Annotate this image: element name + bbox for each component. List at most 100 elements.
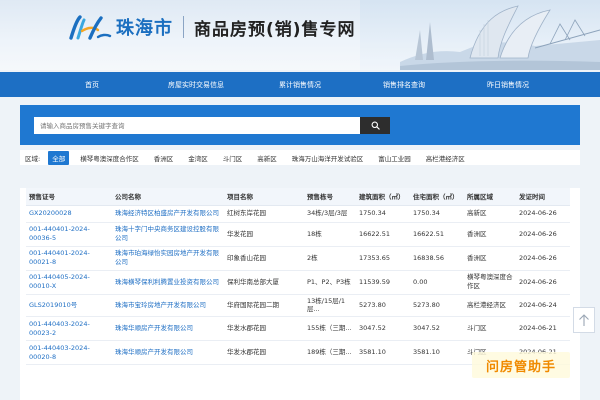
- district-chip-gaolangang[interactable]: 高栏港经济区: [422, 151, 469, 165]
- cert-link[interactable]: 001-440401-2024-00036-5: [26, 222, 112, 247]
- district-chip-all[interactable]: 全部: [48, 150, 70, 165]
- buildings-cell: 2栋: [304, 246, 356, 271]
- project-cell: 红树东岸花园: [224, 205, 304, 223]
- buildings-cell: P1、P2、P3栋: [304, 270, 356, 295]
- scroll-top-button[interactable]: [573, 307, 595, 333]
- nav-item-yesterday-sales[interactable]: 昨日销售情况: [456, 80, 560, 90]
- area-cell: 3047.52: [356, 316, 410, 342]
- district-cell: 香洲区: [464, 246, 516, 271]
- city-name: 珠海市: [116, 18, 173, 39]
- district-chip-xiangzhou[interactable]: 香洲区: [150, 151, 178, 165]
- table-row[interactable]: GLS2019010号 珠海市宝玲房地产开发有限公司 华府国际花园二期 13栋/…: [26, 294, 570, 318]
- res-area-cell: 16622.51: [410, 222, 464, 247]
- district-filter: 区域: 全部 横琴粤澳深度合作区 香洲区 金湾区 斗门区 高新区 珠海万山海洋开…: [20, 150, 580, 165]
- cert-link[interactable]: 001-440401-2024-00021-8: [26, 246, 112, 271]
- company-link[interactable]: 珠海经济特区柏盛房产开发有限公司: [112, 205, 224, 223]
- site-header: 珠海市 商品房预(销)售专网: [0, 0, 600, 70]
- buildings-cell: 34栋/3层/3层: [304, 205, 356, 223]
- date-cell: 2024-06-21: [516, 316, 570, 342]
- column-header-buildings[interactable]: 预售栋号: [304, 188, 356, 206]
- district-chip-gaoxin[interactable]: 高新区: [253, 151, 281, 165]
- date-cell: 2024-06-26: [516, 270, 570, 295]
- area-cell: 11539.59: [356, 270, 410, 295]
- company-link[interactable]: 珠海华顺房产开发有限公司: [112, 316, 224, 342]
- project-cell: 华发花园: [224, 222, 304, 247]
- area-cell: 1750.34: [356, 205, 410, 223]
- district-chip-jinwan[interactable]: 金湾区: [184, 151, 212, 165]
- buildings-cell: 155栋（三期...: [304, 316, 356, 342]
- column-header-res-area[interactable]: 住宅面积（㎡）: [410, 188, 464, 206]
- watermark-text: 问房管助手: [485, 359, 556, 375]
- date-cell: 2024-06-26: [516, 205, 570, 223]
- cert-link[interactable]: GX20200028: [26, 205, 112, 223]
- company-link[interactable]: 珠海横琴保利利腾置业投资有限公司: [112, 270, 224, 295]
- table-header-row: 预售证号 公司名称 项目名称 预售栋号 建筑面积（㎡） 住宅面积（㎡） 所属区域…: [26, 188, 570, 206]
- nav-item-sales-ranking[interactable]: 销售排名查询: [352, 80, 456, 90]
- cert-link[interactable]: 001-440403-2024-00020-8: [26, 340, 112, 366]
- nav-item-cumulative-sales[interactable]: 累计销售情况: [248, 80, 352, 90]
- district-chip-fushan[interactable]: 富山工业园: [374, 151, 415, 165]
- project-cell: 华发水郡花园: [224, 340, 304, 366]
- date-cell: 2024-06-26: [516, 246, 570, 271]
- table-row[interactable]: 001-440401-2024-00036-5 珠海十字门中央商务区建设控股有限…: [26, 222, 570, 247]
- table-row[interactable]: 001-440401-2024-00021-8 珠海市珀海绿怡实园房地产开发有限…: [26, 246, 570, 271]
- search-input[interactable]: [34, 117, 360, 134]
- area-cell: 17353.65: [356, 246, 410, 271]
- project-cell: 保利华南总部大厦: [224, 270, 304, 295]
- district-chip-hengqin[interactable]: 横琴粤澳深度合作区: [76, 151, 143, 165]
- project-cell: 华发水郡花园: [224, 316, 304, 342]
- res-area-cell: 3581.10: [410, 340, 464, 366]
- table-row[interactable]: 001-440403-2024-00023-2 珠海华顺房产开发有限公司 华发水…: [26, 316, 570, 342]
- date-cell: 2024-06-24: [516, 294, 570, 318]
- res-area-cell: 1750.34: [410, 205, 464, 223]
- column-header-district[interactable]: 所属区域: [464, 188, 516, 206]
- cert-link[interactable]: 001-440403-2024-00023-2: [26, 316, 112, 342]
- district-chip-doumen[interactable]: 斗门区: [219, 151, 247, 165]
- company-link[interactable]: 珠海华顺房产开发有限公司: [112, 340, 224, 366]
- column-header-cert[interactable]: 预售证号: [26, 188, 112, 206]
- company-link[interactable]: 珠海市珀海绿怡实园房地产开发有限公司: [112, 246, 224, 271]
- arrow-up-icon: [579, 314, 589, 326]
- skyline-illustration: [360, 0, 600, 70]
- column-header-project[interactable]: 项目名称: [224, 188, 304, 206]
- res-area-cell: 3047.52: [410, 316, 464, 342]
- nav-item-home[interactable]: 首页: [40, 80, 144, 90]
- district-cell: 斗门区: [464, 316, 516, 342]
- res-area-cell: 16838.56: [410, 246, 464, 271]
- project-cell: 华府国际花园二期: [224, 294, 304, 318]
- area-cell: 3581.10: [356, 340, 410, 366]
- table-row[interactable]: GX20200028 珠海经济特区柏盛房产开发有限公司 红树东岸花园 34栋/3…: [26, 205, 570, 223]
- search-panel: [20, 105, 580, 145]
- watermark-badge: 问房管助手: [472, 352, 570, 378]
- logo-mark-icon: [68, 14, 112, 40]
- column-header-date[interactable]: 发证时间: [516, 188, 570, 206]
- buildings-cell: 189栋（三期...: [304, 340, 356, 366]
- area-cell: 16622.51: [356, 222, 410, 247]
- main-nav: 首页 房屋实时交易信息 累计销售情况 销售排名查询 昨日销售情况: [0, 72, 600, 97]
- res-area-cell: 0.00: [410, 270, 464, 295]
- district-cell: 高新区: [464, 205, 516, 223]
- company-link[interactable]: 珠海市宝玲房地产开发有限公司: [112, 294, 224, 318]
- district-cell: 高栏港经济区: [464, 294, 516, 318]
- company-link[interactable]: 珠海十字门中央商务区建设控股有限公司: [112, 222, 224, 247]
- project-cell: 印象香山花园: [224, 246, 304, 271]
- column-header-company[interactable]: 公司名称: [112, 188, 224, 206]
- district-cell: 横琴粤澳深度合作区: [464, 270, 516, 295]
- search-button[interactable]: [360, 117, 390, 134]
- cert-link[interactable]: 001-440405-2024-00010-X: [26, 270, 112, 295]
- logo-divider: [183, 16, 184, 38]
- site-logo[interactable]: 珠海市 商品房预(销)售专网: [68, 12, 356, 42]
- table-row[interactable]: 001-440405-2024-00010-X 珠海横琴保利利腾置业投资有限公司…: [26, 270, 570, 295]
- column-header-area[interactable]: 建筑面积（㎡）: [356, 188, 410, 206]
- date-cell: 2024-06-26: [516, 222, 570, 247]
- district-chip-wanshan[interactable]: 珠海万山海洋开发试验区: [288, 151, 368, 165]
- nav-item-realtime-transactions[interactable]: 房屋实时交易信息: [144, 80, 248, 90]
- presale-table: 预售证号 公司名称 项目名称 预售栋号 建筑面积（㎡） 住宅面积（㎡） 所属区域…: [26, 188, 570, 366]
- res-area-cell: 5273.80: [410, 294, 464, 318]
- district-filter-label: 区域:: [25, 154, 41, 163]
- search-icon: [371, 121, 380, 130]
- buildings-cell: 18栋: [304, 222, 356, 247]
- area-cell: 5273.80: [356, 294, 410, 318]
- cert-link[interactable]: GLS2019010号: [26, 294, 112, 318]
- district-cell: 香洲区: [464, 222, 516, 247]
